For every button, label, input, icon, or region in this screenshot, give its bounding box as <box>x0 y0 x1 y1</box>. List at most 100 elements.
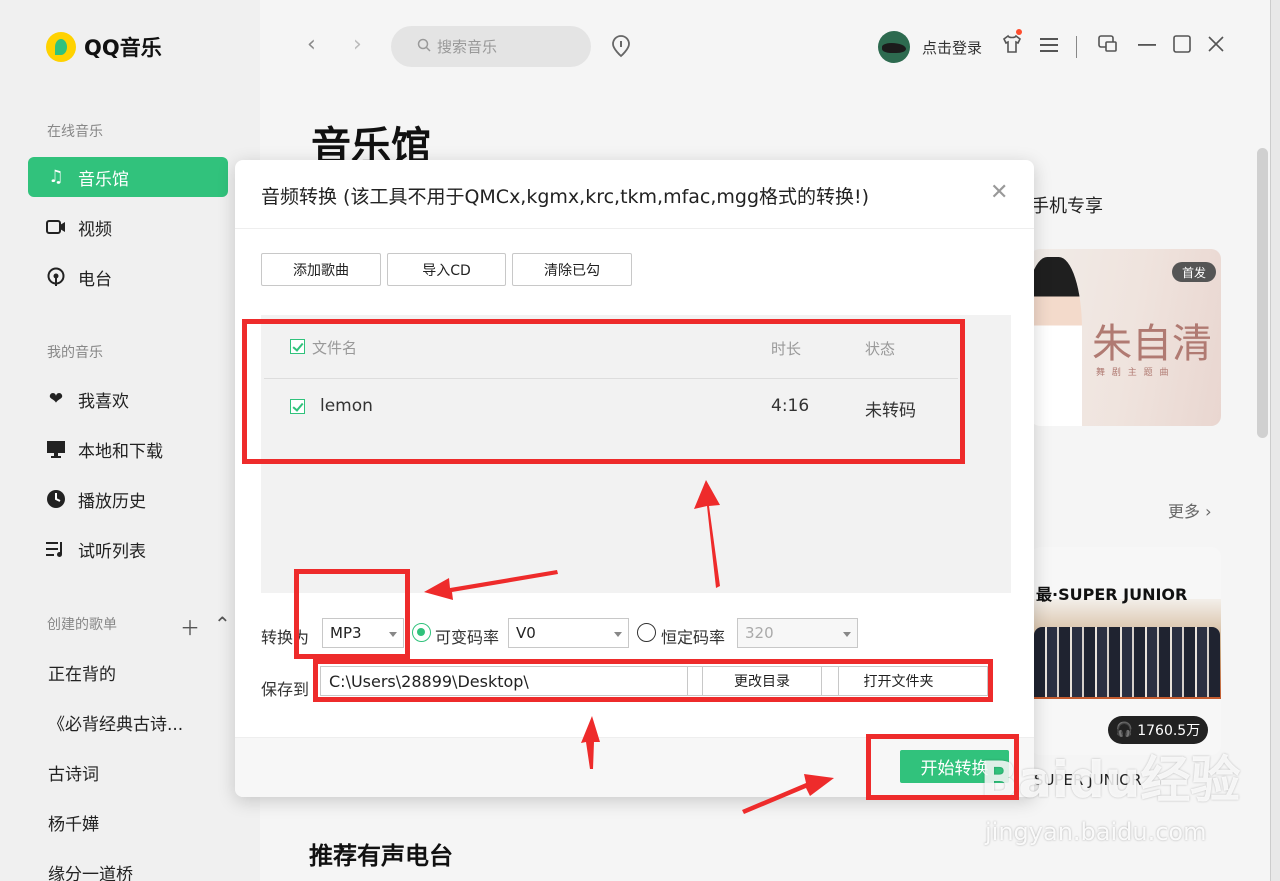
more-label: 更多 <box>1168 502 1201 521</box>
album-art-title: 朱自清 <box>1092 321 1212 367</box>
app-name: QQ音乐 <box>84 36 162 60</box>
select-all-checkbox[interactable] <box>290 339 305 354</box>
vbr-label: 可变码率 <box>435 628 500 647</box>
maximize-icon[interactable] <box>1173 34 1191 58</box>
chevron-down-icon <box>614 632 622 637</box>
search-input[interactable]: 搜索音乐 <box>391 26 591 67</box>
cbr-select[interactable]: 320 <box>737 618 858 648</box>
column-header-duration[interactable]: 时长 <box>771 338 801 359</box>
sidebar-item-music-hall[interactable]: ♫ 音乐馆 <box>28 157 228 197</box>
avatar[interactable] <box>878 31 910 63</box>
playlist-item[interactable]: 正在背的 <box>48 660 116 685</box>
playlist-item[interactable]: 《必背经典古诗... <box>48 710 183 735</box>
section-my-music: 我的音乐 <box>47 345 103 361</box>
cbr-value: 320 <box>745 624 774 642</box>
play-count: 1760.5万 <box>1137 723 1201 739</box>
forward-arrow-icon[interactable]: › <box>353 32 362 57</box>
clear-checked-button[interactable]: 清除已勾 <box>512 253 632 286</box>
row-duration: 4:16 <box>771 396 810 416</box>
playlist-icon <box>46 539 66 559</box>
close-icon[interactable]: ✕ <box>990 180 1008 205</box>
chevron-right-icon: › <box>1205 502 1212 521</box>
sidebar-item-label: 本地和下载 <box>78 441 163 462</box>
sidebar: QQ音乐 在线音乐 ♫ 音乐馆 视频 电台 我的音乐 ❤ 我喜欢 本地和下载 播… <box>0 0 260 881</box>
row-filename[interactable]: lemon <box>320 396 373 416</box>
save-path-field[interactable]: C:\Users\28899\Desktop\ 更改目录 打开文件夹 <box>320 666 988 696</box>
vbr-value: V0 <box>516 624 536 642</box>
monitor-icon <box>46 439 66 459</box>
radio-icon <box>46 267 66 287</box>
format-select[interactable]: MP3 <box>322 618 404 648</box>
heart-icon: ❤ <box>48 389 64 409</box>
qq-music-logo-icon <box>46 32 76 62</box>
sidebar-item-favorites[interactable]: ❤ 我喜欢 <box>28 379 228 419</box>
row-status: 未转码 <box>865 401 916 421</box>
back-arrow-icon[interactable]: ‹ <box>307 32 316 57</box>
convert-to-label: 转换为 <box>261 628 310 647</box>
vbr-select[interactable]: V0 <box>508 618 629 648</box>
section-online-music: 在线音乐 <box>47 124 103 140</box>
sidebar-item-local-downloads[interactable]: 本地和下载 <box>28 429 228 469</box>
import-cd-button[interactable]: 导入CD <box>387 253 506 286</box>
premiere-badge: 首发 <box>1172 262 1216 282</box>
video-icon <box>46 217 66 237</box>
vbr-radio[interactable] <box>412 623 431 642</box>
open-folder-button[interactable]: 打开文件夹 <box>838 667 958 695</box>
sidebar-item-label: 试听列表 <box>78 541 146 562</box>
skin-shirt-icon[interactable] <box>1002 34 1022 59</box>
chevron-down-icon <box>843 632 851 637</box>
album-cover-art <box>1030 257 1082 426</box>
menu-icon[interactable] <box>1040 34 1058 58</box>
section-created-playlists: 创建的歌单 <box>47 617 117 633</box>
sidebar-item-label: 电台 <box>78 269 112 290</box>
app-logo[interactable]: QQ音乐 <box>46 32 162 62</box>
sidebar-item-label: 我喜欢 <box>78 391 129 412</box>
login-link[interactable]: 点击登录 <box>922 37 982 58</box>
playlist-item[interactable]: 缘分一道桥 <box>48 860 133 881</box>
add-song-button[interactable]: 添加歌曲 <box>261 253 381 286</box>
format-value: MP3 <box>330 624 362 642</box>
audio-convert-dialog: 音频转换 (该工具不用于QMCx,kgmx,krc,tkm,mfac,mgg格式… <box>235 160 1034 797</box>
mini-mode-icon[interactable] <box>1098 34 1118 58</box>
column-header-status[interactable]: 状态 <box>865 338 895 359</box>
voice-search-icon[interactable] <box>610 34 632 58</box>
column-header-filename[interactable]: 文件名 <box>312 337 357 358</box>
cbr-radio[interactable] <box>637 623 656 642</box>
row-checkbox[interactable] <box>290 399 305 414</box>
search-icon <box>417 38 431 56</box>
chevron-down-icon <box>389 632 397 637</box>
watermark: Baidu经验 <box>980 751 1241 809</box>
sidebar-item-history[interactable]: 播放历史 <box>28 479 228 519</box>
sidebar-item-label: 音乐馆 <box>78 169 129 190</box>
search-placeholder: 搜索音乐 <box>437 38 498 56</box>
divider <box>235 228 1034 229</box>
clock-icon <box>46 489 66 509</box>
music-note-icon: ♫ <box>48 167 64 187</box>
playlist-item[interactable]: 古诗词 <box>48 760 99 785</box>
scrollbar[interactable] <box>1257 148 1268 438</box>
save-path-value: C:\Users\28899\Desktop\ <box>329 672 529 691</box>
cbr-label: 恒定码率 <box>661 628 726 647</box>
playlist-item[interactable]: 杨千嬅 <box>48 810 99 835</box>
add-playlist-icon[interactable]: ＋ <box>180 612 200 641</box>
dialog-title: 音频转换 (该工具不用于QMCx,kgmx,krc,tkm,mfac,mgg格式… <box>261 186 870 208</box>
change-dir-button[interactable]: 更改目录 <box>702 667 821 695</box>
watermark-url: jingyan.baidu.com <box>985 818 1207 846</box>
sidebar-item-label: 视频 <box>78 219 112 240</box>
minimize-icon[interactable] <box>1138 34 1156 58</box>
more-link[interactable]: 更多 › <box>1168 498 1212 522</box>
phone-exclusive-title: 手机专享 <box>1031 196 1103 217</box>
close-window-icon[interactable] <box>1207 34 1225 58</box>
playlist-tools: ＋ ⌃ <box>180 612 231 641</box>
headphones-icon: 🎧 <box>1115 722 1134 738</box>
save-to-label: 保存到 <box>261 680 310 699</box>
sidebar-item-trial-list[interactable]: 试听列表 <box>28 529 228 569</box>
album-art-subtitle: 舞 剧 主 题 曲 <box>1096 368 1171 378</box>
row-divider <box>264 378 958 379</box>
collapse-icon[interactable]: ⌃ <box>214 612 231 641</box>
group-photo <box>1034 627 1220 697</box>
path-spacer <box>821 667 838 695</box>
sidebar-item-radio[interactable]: 电台 <box>28 257 228 297</box>
window-edge <box>1270 0 1280 881</box>
sidebar-item-video[interactable]: 视频 <box>28 207 228 247</box>
